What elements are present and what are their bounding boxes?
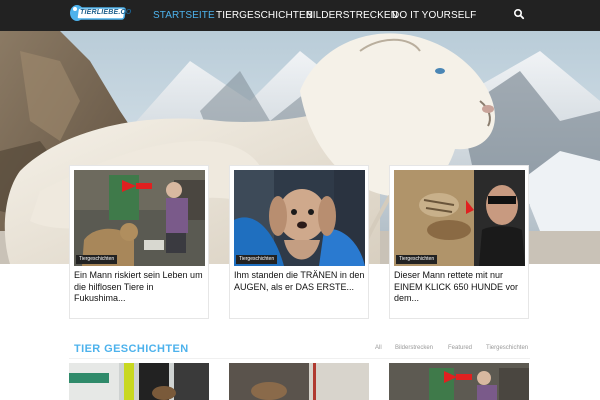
man-feeding-dogs-image: [74, 170, 205, 266]
featured-card-1[interactable]: Tiergeschichten Ein Mann riskiert sein L…: [69, 165, 209, 319]
filter-bilderstrecken[interactable]: Bilderstrecken: [395, 345, 433, 351]
nav-tiergeschichten[interactable]: TIERGESCHICHTEN: [216, 10, 313, 21]
search-icon[interactable]: [512, 7, 526, 21]
card-title[interactable]: Ihm standen die TRÄNEN in den AUGEN, als…: [234, 270, 366, 293]
filter-tiergeschichten[interactable]: Tiergeschichten: [486, 345, 528, 351]
top-navigation-bar: TIERLIEBE.CO STARTSEITE TIERGESCHICHTEN …: [0, 0, 600, 31]
category-badge[interactable]: Tiergeschichten: [396, 255, 438, 264]
category-badge[interactable]: Tiergeschichten: [76, 255, 118, 264]
category-badge[interactable]: Tiergeschichten: [236, 255, 278, 264]
article-thumbnail-3[interactable]: [389, 363, 529, 400]
card-title[interactable]: Dieser Mann rettete mit nur EINEM KLICK …: [394, 270, 526, 305]
card-thumbnail[interactable]: Tiergeschichten: [74, 170, 205, 266]
article-thumbnail-1[interactable]: [69, 363, 209, 400]
featured-card-2[interactable]: Tiergeschichten Ihm standen die TRÄNEN i…: [229, 165, 369, 319]
filter-featured[interactable]: Featured: [448, 345, 472, 351]
crying-dog-image: [234, 170, 365, 266]
section-title[interactable]: TIER GESCHICHTEN: [74, 343, 189, 355]
logo-wordmark: TIERLIEBE.CO: [80, 9, 132, 16]
article-thumbnail-2[interactable]: [229, 363, 369, 400]
nav-startseite[interactable]: STARTSEITE: [153, 10, 215, 21]
filter-all[interactable]: All: [375, 345, 382, 351]
card-thumbnail[interactable]: Tiergeschichten: [234, 170, 365, 266]
card-title[interactable]: Ein Mann riskiert sein Leben um die hilf…: [74, 270, 206, 305]
section-divider: [69, 358, 530, 359]
people-with-dog-image: [69, 363, 209, 400]
nav-do-it-yourself[interactable]: DO IT YOURSELF: [392, 10, 476, 21]
featured-card-3[interactable]: Tiergeschichten Dieser Mann rettete mit …: [389, 165, 529, 319]
man-with-sunglasses-image: [394, 170, 525, 266]
animal-indoor-image: [229, 363, 369, 400]
card-thumbnail[interactable]: Tiergeschichten: [394, 170, 525, 266]
nav-bilderstrecken[interactable]: BILDERSTRECKEN: [306, 10, 398, 21]
man-feeding-dogs-image: [389, 363, 529, 400]
